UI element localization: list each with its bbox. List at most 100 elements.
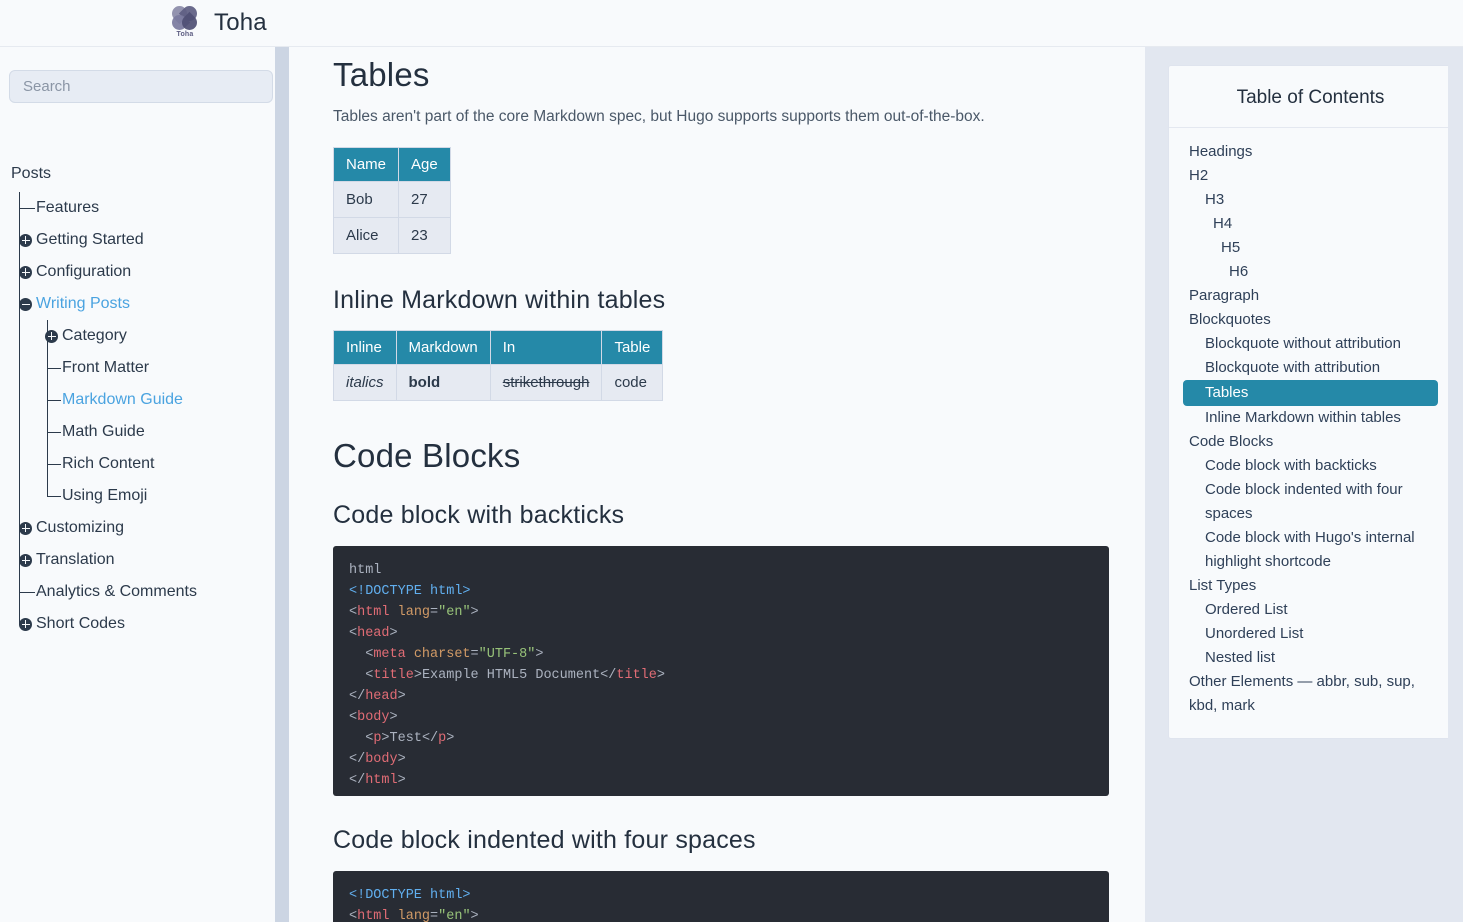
- sidebar-item-using-emoji[interactable]: Using Emoji: [0, 480, 275, 512]
- toc-item[interactable]: H4: [1183, 212, 1438, 236]
- tree-connector-vertical-parent: [19, 416, 20, 448]
- tree-connector-horizontal: [47, 464, 61, 465]
- inline-markdown-heading: Inline Markdown within tables: [333, 286, 1109, 315]
- logo-wrap: Toha: [168, 3, 202, 43]
- table-row: italicsboldstrikethroughcode: [334, 365, 663, 401]
- sidebar-item-label: Rich Content: [62, 455, 155, 473]
- posts-section-label: Posts: [11, 165, 51, 183]
- sidebar-scrollbar-track[interactable]: [275, 47, 289, 922]
- tree-connector-vertical-parent: [19, 448, 20, 480]
- brand-logo-link[interactable]: Toha Toha: [168, 3, 267, 43]
- sidebar-item-analytics-comments[interactable]: Analytics & Comments: [0, 576, 275, 608]
- backticks-heading: Code block with backticks: [333, 501, 1109, 530]
- main-content: Tables Tables aren't part of the core Ma…: [289, 47, 1145, 922]
- tree-connector-horizontal: [47, 368, 61, 369]
- toc-item[interactable]: Code block indented with four spaces: [1183, 478, 1438, 526]
- top-header-bar: Toha Toha: [0, 0, 1463, 47]
- tree-connector-horizontal: [47, 432, 61, 433]
- page-scrollbar[interactable]: [1448, 47, 1463, 922]
- sidebar-scrollbar-thumb[interactable]: [275, 47, 289, 922]
- table-row: Alice23: [334, 218, 451, 254]
- sidebar-item-getting-started[interactable]: Getting Started: [0, 224, 275, 256]
- sidebar-item-configuration[interactable]: Configuration: [0, 256, 275, 288]
- table-header-cell: In: [490, 331, 602, 365]
- toc-item[interactable]: Ordered List: [1183, 598, 1438, 622]
- toc-item[interactable]: H6: [1183, 260, 1438, 284]
- toc-item[interactable]: H5: [1183, 236, 1438, 260]
- search-input[interactable]: [9, 70, 273, 103]
- sidebar-item-label: Analytics & Comments: [36, 583, 197, 601]
- expand-icon[interactable]: [19, 266, 32, 279]
- sidebar-item-label: Front Matter: [62, 359, 149, 377]
- sidebar-item-math-guide[interactable]: Math Guide: [0, 416, 275, 448]
- toc-item[interactable]: H2: [1183, 164, 1438, 188]
- toc-list: HeadingsH2H3H4H5H6ParagraphBlockquotesBl…: [1169, 128, 1452, 738]
- sidebar-item-label: Configuration: [36, 263, 131, 281]
- navigation-tree: Features Getting Started Configuration Writ…: [0, 192, 275, 640]
- clover-logo-icon: [172, 6, 198, 30]
- tree-connector-horizontal: [47, 400, 61, 401]
- toc-item[interactable]: Blockquote without attribution: [1183, 332, 1438, 356]
- toc-item-active[interactable]: Tables: [1183, 380, 1438, 406]
- expand-icon[interactable]: [19, 234, 32, 247]
- code-block-backticks: html <!DOCTYPE html> <html lang="en"> <h…: [333, 546, 1109, 796]
- toc-item[interactable]: Headings: [1183, 140, 1438, 164]
- code-blocks-heading: Code Blocks: [333, 437, 1109, 475]
- table-header-row: InlineMarkdownInTable: [334, 331, 663, 365]
- table-cell: italics: [334, 365, 397, 401]
- table-header-cell: Markdown: [396, 331, 490, 365]
- sidebar: Posts Features Getting Started Configurati…: [0, 47, 289, 922]
- sidebar-item-features[interactable]: Features: [0, 192, 275, 224]
- toc-item[interactable]: Nested list: [1183, 646, 1438, 670]
- sidebar-item-writing-posts[interactable]: Writing Posts: [0, 288, 275, 320]
- table-header-cell: Name: [334, 148, 399, 182]
- sidebar-item-short-codes[interactable]: Short Codes: [0, 608, 275, 640]
- inline-markdown-table: InlineMarkdownInTableitalicsboldstriketh…: [333, 330, 663, 401]
- sidebar-item-label: Writing Posts: [36, 295, 130, 313]
- sidebar-item-label: Getting Started: [36, 231, 144, 249]
- tree-connector-vertical: [47, 480, 48, 497]
- toc-item[interactable]: List Types: [1183, 574, 1438, 598]
- tree-connector-vertical: [19, 576, 20, 608]
- sidebar-item-rich-content[interactable]: Rich Content: [0, 448, 275, 480]
- indented-heading: Code block indented with four spaces: [333, 826, 1109, 855]
- toc-item[interactable]: Inline Markdown within tables: [1183, 406, 1438, 430]
- toc-item[interactable]: Other Elements — abbr, sub, sup, kbd, ma…: [1183, 670, 1438, 718]
- toc-item[interactable]: Blockquote with attribution: [1183, 356, 1438, 380]
- tree-connector-horizontal: [19, 592, 35, 593]
- table-cell: code: [602, 365, 663, 401]
- table-cell: Alice: [334, 218, 399, 254]
- sidebar-item-label: Using Emoji: [62, 487, 147, 505]
- table-header-cell: Inline: [334, 331, 397, 365]
- table-header-row: NameAge: [334, 148, 451, 182]
- tree-connector-vertical: [47, 352, 48, 384]
- tree-connector-vertical-parent: [19, 480, 20, 512]
- tree-connector-vertical: [19, 192, 20, 224]
- expand-icon[interactable]: [19, 618, 32, 631]
- code-block-indented: <!DOCTYPE html> <html lang="en"> <head> …: [333, 871, 1109, 922]
- expand-icon[interactable]: [19, 554, 32, 567]
- sidebar-item-translation[interactable]: Translation: [0, 544, 275, 576]
- table-row: Bob27: [334, 182, 451, 218]
- collapse-icon[interactable]: [19, 298, 32, 311]
- table-cell: 27: [399, 182, 451, 218]
- toc-item[interactable]: Unordered List: [1183, 622, 1438, 646]
- tree-connector-vertical: [47, 416, 48, 448]
- toc-item[interactable]: Code Blocks: [1183, 430, 1438, 454]
- sidebar-item-label: Translation: [36, 551, 115, 569]
- sidebar-item-front-matter[interactable]: Front Matter: [0, 352, 275, 384]
- toc-item[interactable]: Code block with Hugo's internal highligh…: [1183, 526, 1438, 574]
- sidebar-item-customizing[interactable]: Customizing: [0, 512, 275, 544]
- table-cell: 23: [399, 218, 451, 254]
- toc-item[interactable]: Code block with backticks: [1183, 454, 1438, 478]
- brand-title: Toha: [214, 9, 267, 37]
- toc-item[interactable]: Paragraph: [1183, 284, 1438, 308]
- sidebar-item-markdown-guide[interactable]: Markdown Guide: [0, 384, 275, 416]
- expand-icon[interactable]: [45, 330, 58, 343]
- expand-icon[interactable]: [19, 522, 32, 535]
- toc-item[interactable]: H3: [1183, 188, 1438, 212]
- tree-connector-vertical-parent: [19, 352, 20, 384]
- sidebar-item-label: Customizing: [36, 519, 124, 537]
- toc-item[interactable]: Blockquotes: [1183, 308, 1438, 332]
- sidebar-item-category[interactable]: Category: [0, 320, 275, 352]
